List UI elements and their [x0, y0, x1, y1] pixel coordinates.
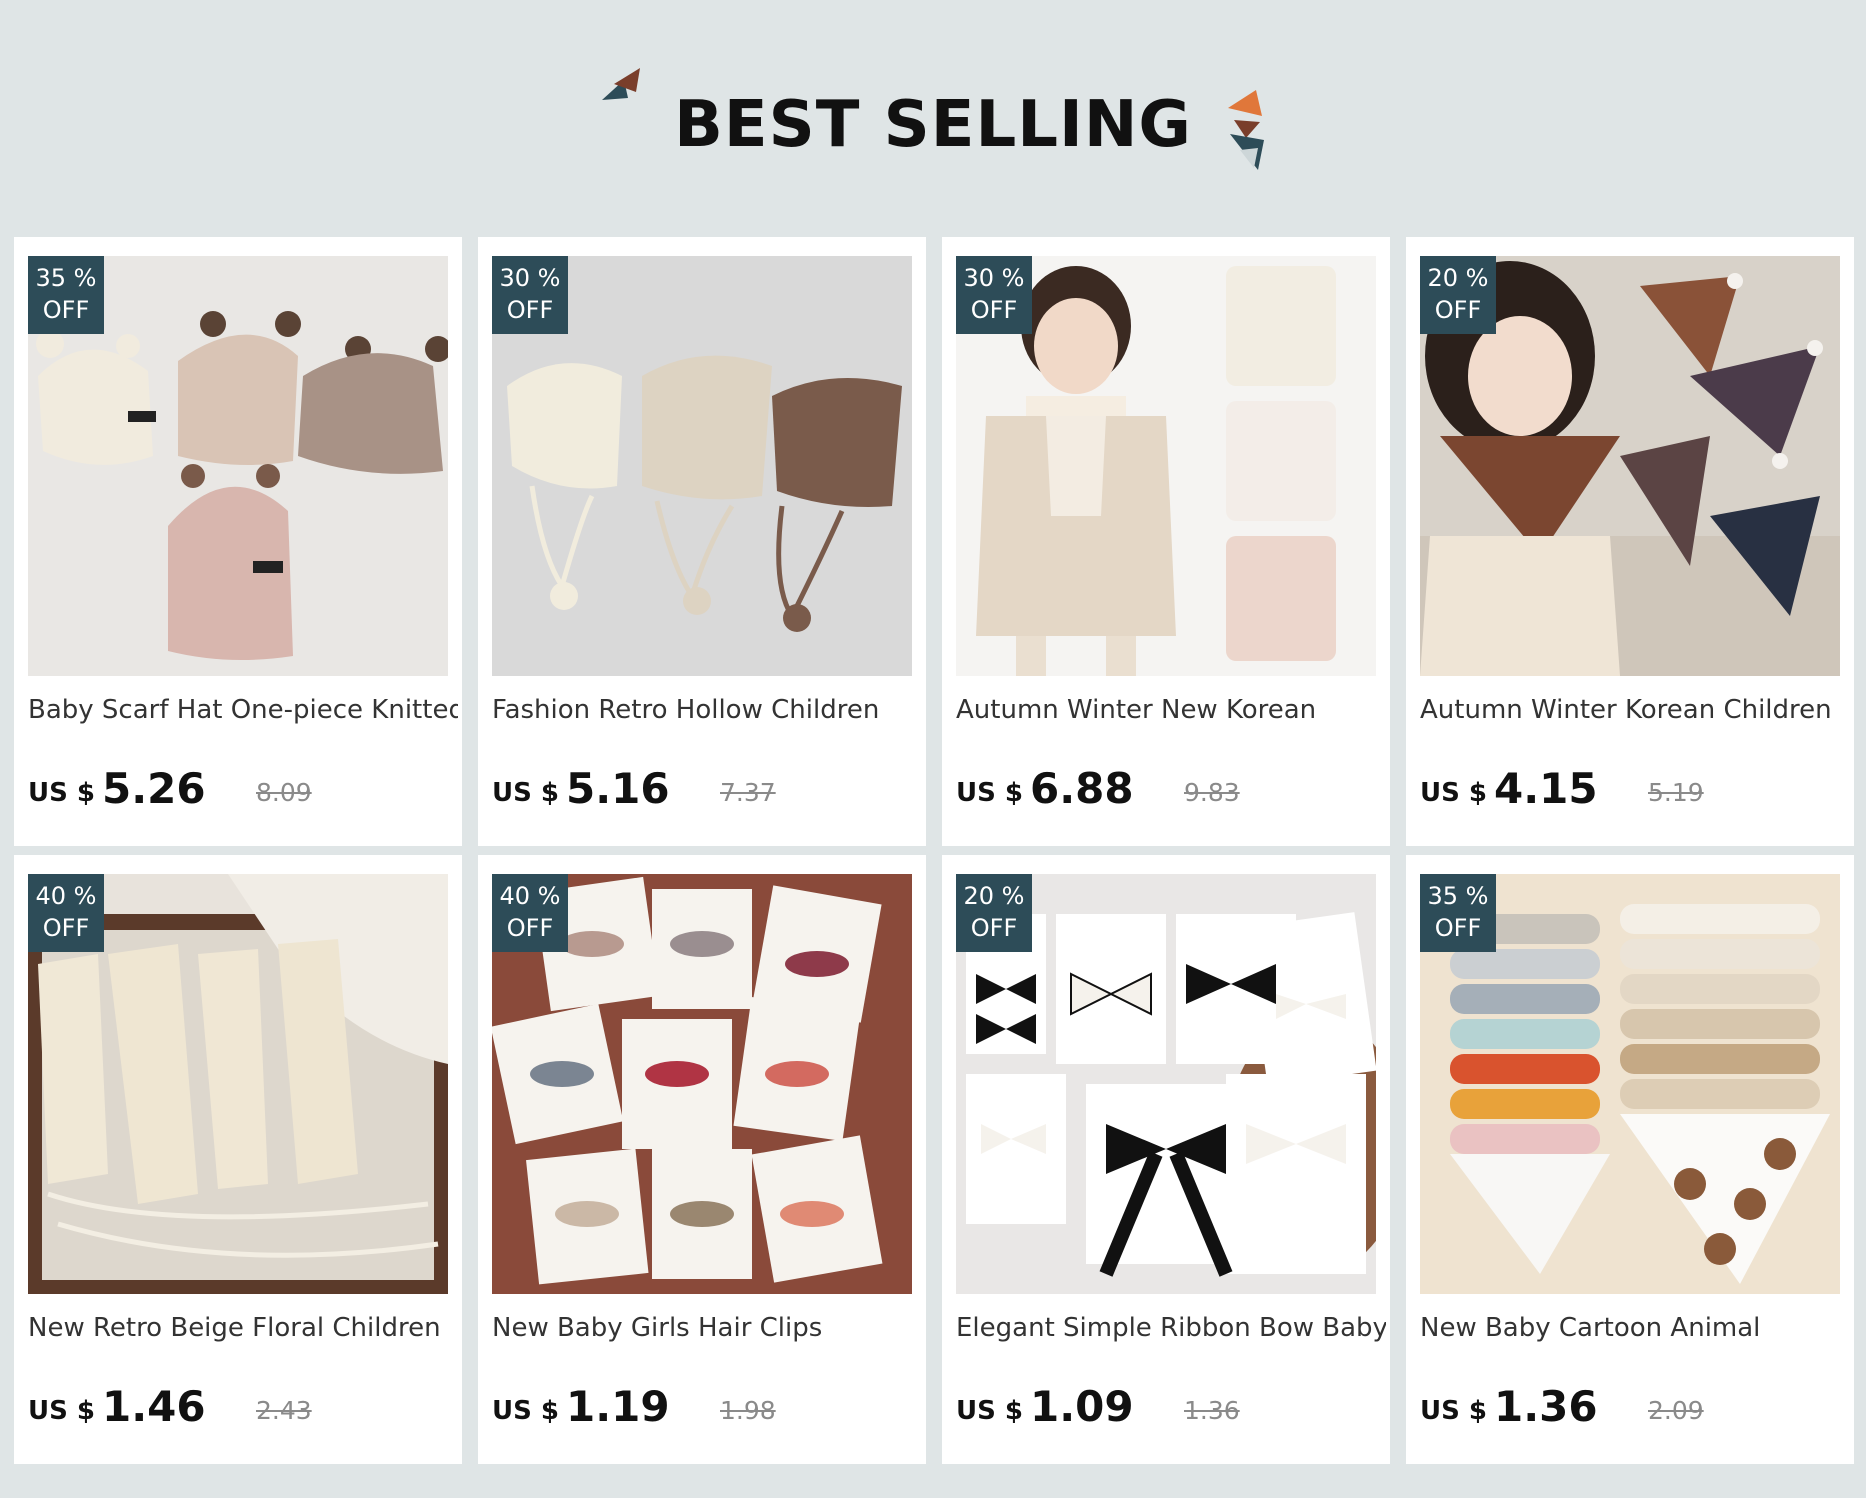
currency-label: US $	[956, 778, 1023, 808]
original-price: 1.36	[1184, 1396, 1240, 1425]
price-row: US $ 5.16 7.37	[492, 764, 922, 814]
currency-label: US $	[1420, 1396, 1487, 1426]
original-price: 7.37	[720, 778, 776, 807]
product-name[interactable]: Fashion Retro Hollow Children	[492, 695, 922, 725]
price-row: US $ 1.09 1.36	[956, 1382, 1386, 1432]
price-row: US $ 1.36 2.09	[1420, 1382, 1850, 1432]
product-card[interactable]: 40 % OFF New Baby Girls Hair Clips US $ 1…	[478, 855, 926, 1464]
sale-price: 5.16	[566, 764, 670, 813]
currency-label: US $	[492, 1396, 559, 1426]
price-row: US $ 1.46 2.43	[28, 1382, 458, 1432]
currency-label: US $	[1420, 778, 1487, 808]
section-header: BEST SELLING	[0, 0, 1866, 235]
currency-label: US $	[492, 778, 559, 808]
discount-badge: 30 % OFF	[492, 256, 568, 334]
product-card[interactable]: 30 % OFF Autumn Winter New Korean US $ 6.…	[942, 237, 1390, 846]
product-grid: 35 % OFF Baby Scarf Hat One-piece Knitted…	[14, 237, 1862, 1465]
sale-price: 1.46	[102, 1382, 206, 1431]
product-card[interactable]: 40 % OFF New Retro Beige Floral Children …	[14, 855, 462, 1464]
original-price: 8.09	[256, 778, 312, 807]
product-name[interactable]: Baby Scarf Hat One-piece Knitted	[28, 695, 458, 725]
product-name[interactable]: Elegant Simple Ribbon Bow Baby	[956, 1313, 1386, 1343]
product-card[interactable]: 30 % OFF Fashion Retro Hollow Children US…	[478, 237, 926, 846]
sale-price: 1.36	[1494, 1382, 1598, 1431]
original-price: 9.83	[1184, 778, 1240, 807]
discount-badge: 40 % OFF	[28, 874, 104, 952]
price-row: US $ 1.19 1.98	[492, 1382, 922, 1432]
product-name[interactable]: New Retro Beige Floral Children	[28, 1313, 458, 1343]
product-card[interactable]: 35 % OFF Baby Scarf Hat One-piece Knitted…	[14, 237, 462, 846]
original-price: 2.43	[256, 1396, 312, 1425]
price-row: US $ 6.88 9.83	[956, 764, 1386, 814]
page-title: BEST SELLING	[674, 88, 1192, 162]
product-name[interactable]: New Baby Girls Hair Clips	[492, 1313, 922, 1343]
product-card[interactable]: 20 % OFF Elegant Simple Ribbon Bow Baby U…	[942, 855, 1390, 1464]
sale-price: 1.19	[566, 1382, 670, 1431]
discount-badge: 35 % OFF	[1420, 874, 1496, 952]
discount-badge: 40 % OFF	[492, 874, 568, 952]
currency-label: US $	[956, 1396, 1023, 1426]
product-card[interactable]: 20 % OFF Autumn Winter Korean Children US…	[1406, 237, 1854, 846]
product-card[interactable]: 35 % OFF New Baby Cartoon Animal US $ 1.3…	[1406, 855, 1854, 1464]
sale-price: 4.15	[1494, 764, 1598, 813]
discount-badge: 35 % OFF	[28, 256, 104, 334]
product-name[interactable]: Autumn Winter Korean Children	[1420, 695, 1850, 725]
discount-badge: 20 % OFF	[956, 874, 1032, 952]
original-price: 1.98	[720, 1396, 776, 1425]
sale-price: 5.26	[102, 764, 206, 813]
product-name[interactable]: Autumn Winter New Korean	[956, 695, 1386, 725]
sale-price: 6.88	[1030, 764, 1134, 813]
product-name[interactable]: New Baby Cartoon Animal	[1420, 1313, 1850, 1343]
price-row: US $ 4.15 5.19	[1420, 764, 1850, 814]
discount-badge: 20 % OFF	[1420, 256, 1496, 334]
price-row: US $ 5.26 8.09	[28, 764, 458, 814]
discount-badge: 30 % OFF	[956, 256, 1032, 334]
original-price: 2.09	[1648, 1396, 1704, 1425]
currency-label: US $	[28, 1396, 95, 1426]
original-price: 5.19	[1648, 778, 1704, 807]
currency-label: US $	[28, 778, 95, 808]
sale-price: 1.09	[1030, 1382, 1134, 1431]
triangle-decoration-icon	[1228, 90, 1264, 170]
